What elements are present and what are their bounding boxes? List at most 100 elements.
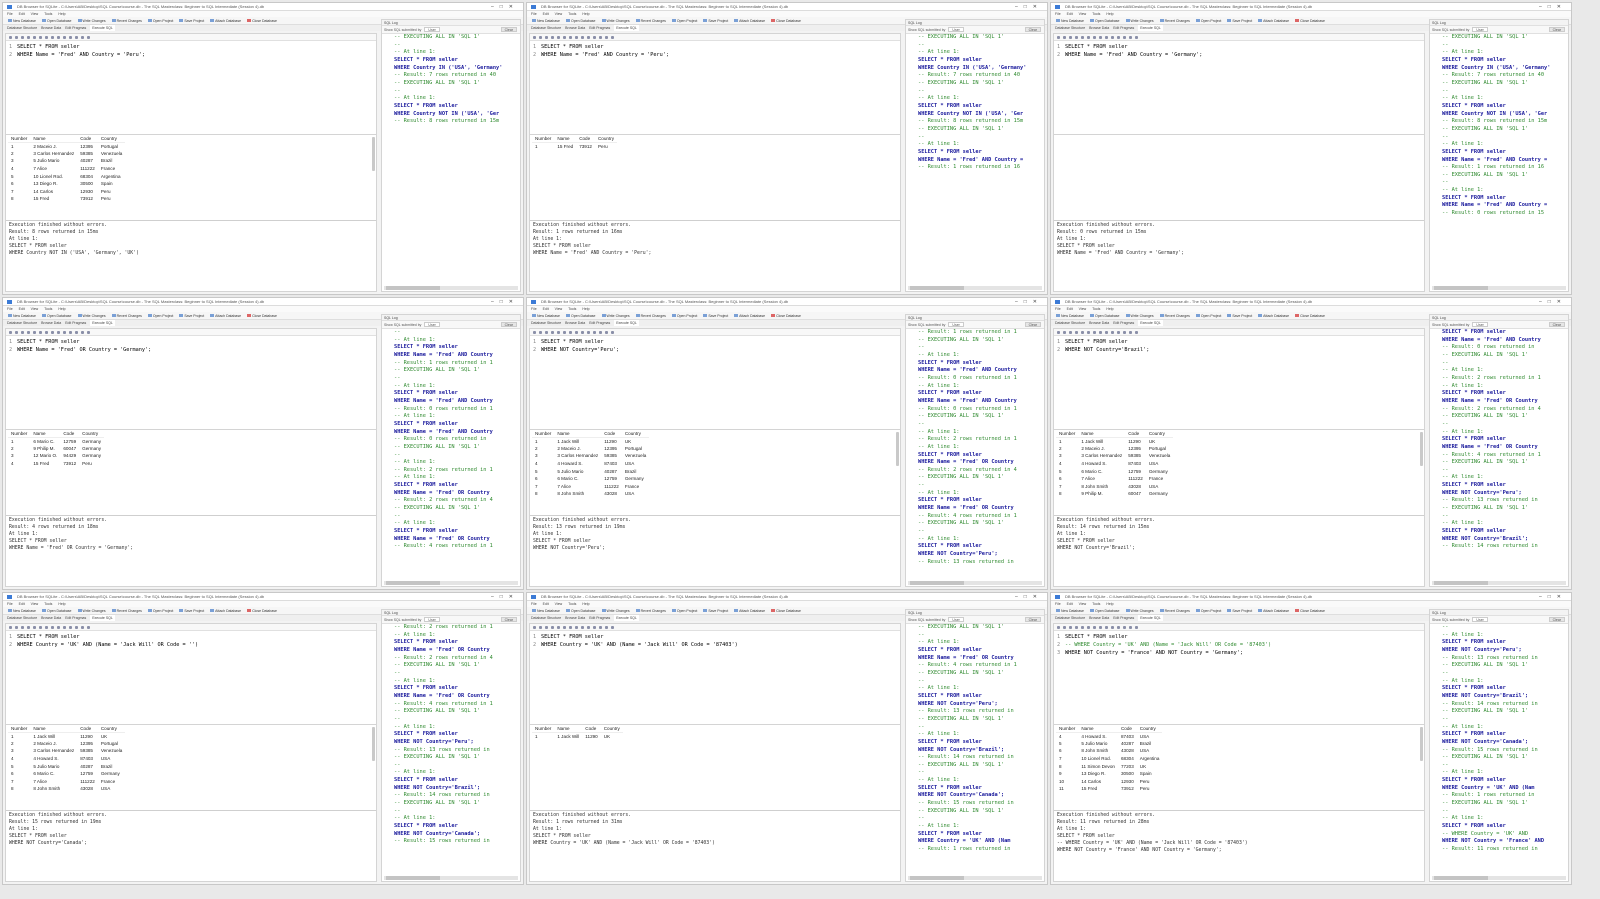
table-cell[interactable]: USA [1146, 460, 1173, 468]
table-cell[interactable]: 73912 [60, 460, 79, 468]
table-cell[interactable]: 12395 [77, 740, 98, 748]
table-cell[interactable]: USA [622, 490, 649, 498]
table-cell[interactable]: 3 Carlos Hernandez [554, 452, 601, 460]
menu-item[interactable]: Edit [19, 307, 25, 311]
table-row[interactable]: 5 10 Lionel Rod. 68304 Argentina [8, 172, 125, 180]
table-cell[interactable]: Peru [1137, 778, 1163, 786]
table-row[interactable]: 22 Maceio J. 12395 Portugal [532, 445, 649, 453]
table-cell[interactable]: 7 [8, 778, 30, 786]
table-cell[interactable]: 15 Fred [1078, 785, 1118, 793]
toolbar-button[interactable]: Open Project [670, 19, 699, 23]
table-cell[interactable]: 2 Maceio J. [30, 740, 77, 748]
table-cell[interactable]: 40287 [1118, 740, 1137, 748]
table-row[interactable]: 11 Jack Will 11290 UK [1056, 437, 1173, 445]
table-row[interactable]: 11 Jack Will 11290 UK [532, 732, 623, 740]
toolbar-button[interactable]: Close Database [245, 314, 279, 318]
table-cell[interactable]: 3 Carlos Hernandez [30, 747, 77, 755]
table-row[interactable]: 22 Maceio J. 12395 Portugal [8, 740, 125, 748]
table-cell[interactable]: 7 Alice [30, 778, 77, 786]
menu-item[interactable]: File [7, 12, 13, 16]
table-row[interactable]: 23 Carlos Hernandez 59385 Venezuela [8, 150, 125, 158]
editor-tool-icon[interactable] [1135, 625, 1138, 629]
editor-tool-icon[interactable] [563, 35, 566, 39]
tab-execute-sql[interactable]: Execute SQL [1138, 320, 1163, 326]
column-header[interactable]: Country [79, 430, 105, 438]
table-cell[interactable]: Germany [622, 475, 649, 483]
table-cell[interactable]: 60047 [1125, 490, 1146, 498]
log-hscroll-thumb[interactable] [1434, 286, 1488, 290]
table-cell[interactable]: UK [601, 732, 623, 740]
toolbar-button[interactable]: Revert Changes [634, 314, 668, 318]
table-cell[interactable]: 4 Howard S. [1078, 460, 1125, 468]
editor-tool-icon[interactable] [1081, 625, 1084, 629]
column-header[interactable]: Country [97, 725, 126, 733]
table-cell[interactable]: Peru [79, 460, 104, 468]
toolbar-button[interactable]: Open Database [564, 19, 598, 23]
table-cell[interactable]: 4 [8, 755, 30, 763]
toolbar-button[interactable]: Open Database [1088, 609, 1122, 613]
tab-database-structure[interactable]: Database Structure [531, 320, 561, 326]
tab-browse-data[interactable]: Browse Data [565, 615, 585, 621]
table-cell[interactable]: France [1146, 475, 1173, 483]
tab-execute-sql[interactable]: Execute SQL [614, 615, 639, 621]
editor-tool-icon[interactable] [87, 625, 90, 629]
table-cell[interactable]: 4 Howard S. [554, 460, 601, 468]
toolbar-button[interactable]: Close Database [1293, 314, 1327, 318]
table-cell[interactable]: 2 [8, 150, 30, 158]
table-cell[interactable]: 4 [8, 460, 30, 468]
toolbar-button[interactable]: Save Project [1225, 314, 1254, 318]
menu-item[interactable]: Help [58, 602, 65, 606]
menu-item[interactable]: File [7, 602, 13, 606]
table-cell[interactable]: 1 Jack Will [554, 732, 582, 740]
log-clear-button[interactable]: Clear [1024, 617, 1041, 622]
table-cell[interactable]: 5 [8, 762, 30, 770]
table-cell[interactable]: 40287 [77, 157, 98, 165]
editor-tool-icon[interactable] [1099, 35, 1102, 39]
table-cell[interactable]: Venezuela [98, 747, 125, 755]
table-row[interactable]: 9 13 Diego R. 30500 Spain [1056, 770, 1162, 778]
editor-tool-icon[interactable] [539, 330, 542, 334]
table-cell[interactable]: 3 Carlos Hernandez [30, 150, 77, 158]
table-cell[interactable]: 13 Diego R. [30, 180, 77, 188]
editor-tool-icon[interactable] [539, 625, 542, 629]
table-cell[interactable]: 2 [1056, 445, 1078, 453]
editor-tool-icon[interactable] [69, 330, 72, 334]
results-scrollbar[interactable] [372, 727, 375, 761]
editor-tool-icon[interactable] [557, 625, 560, 629]
tab-browse-data[interactable]: Browse Data [565, 25, 585, 31]
toolbar-button[interactable]: New Database [6, 314, 38, 318]
table-cell[interactable]: 6 [8, 180, 30, 188]
table-cell[interactable]: Portugal [98, 740, 125, 748]
table-cell[interactable]: 40287 [601, 467, 622, 475]
table-cell[interactable]: 3 Carlos Hernandez [1078, 452, 1125, 460]
table-row[interactable]: 44 Howard S. 87403 USA [8, 755, 125, 763]
table-cell[interactable]: 77203 [1118, 762, 1137, 770]
tab-execute-sql[interactable]: Execute SQL [1138, 615, 1163, 621]
table-cell[interactable]: UK [1137, 762, 1163, 770]
menu-item[interactable]: Tools [568, 307, 576, 311]
editor-tool-icon[interactable] [81, 35, 84, 39]
column-header[interactable]: Code [1125, 430, 1146, 438]
editor-tool-icon[interactable] [21, 35, 24, 39]
toolbar-button[interactable]: Attach Database [208, 19, 243, 23]
table-cell[interactable]: 6 [1056, 475, 1078, 483]
editor-tool-icon[interactable] [557, 35, 560, 39]
toolbar-button[interactable]: Close Database [769, 19, 803, 23]
menu-item[interactable]: View [31, 12, 39, 16]
tab-edit-pragmas[interactable]: Edit Pragmas [65, 320, 86, 326]
table-row[interactable]: 33 Carlos Hernandez 59385 Venezuela [1056, 452, 1173, 460]
table-cell[interactable]: 11 Simon Devon [1078, 762, 1118, 770]
results-scrollbar[interactable] [1420, 727, 1423, 761]
menu-item[interactable]: Edit [1067, 12, 1073, 16]
editor-tool-icon[interactable] [75, 625, 78, 629]
editor-tool-icon[interactable] [1129, 35, 1132, 39]
toolbar-button[interactable]: Save Project [701, 609, 730, 613]
menu-item[interactable]: Tools [44, 307, 52, 311]
editor-tool-icon[interactable] [33, 330, 36, 334]
log-hscroll-thumb[interactable] [1434, 876, 1488, 880]
menu-item[interactable]: Help [582, 12, 589, 16]
table-cell[interactable]: 7 [532, 483, 554, 491]
editor-tool-icon[interactable] [1063, 625, 1066, 629]
menu-item[interactable]: Edit [1067, 602, 1073, 606]
table-cell[interactable]: 5 [1056, 740, 1078, 748]
